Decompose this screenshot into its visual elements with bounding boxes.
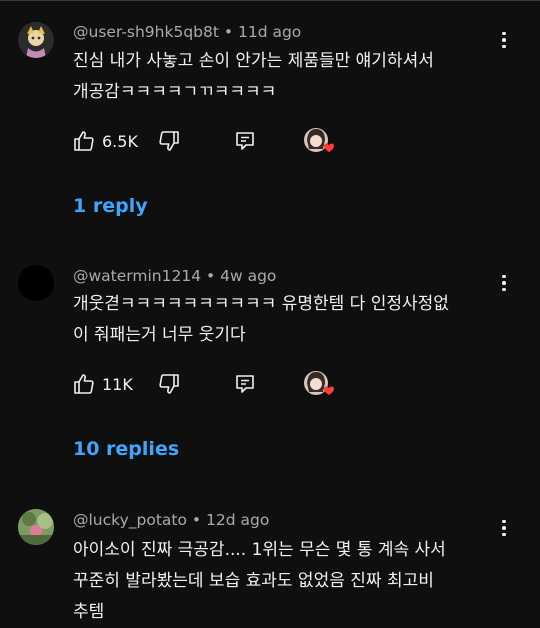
comment-text: 진심 내가 사놓고 손이 안가는 제품들만 얘기하셔서 개공감ㅋㅋㅋㅋㄱㄲㅋㅋㅋ…	[73, 46, 513, 108]
like-count: 11K	[102, 375, 133, 394]
reply-comment-icon	[236, 375, 254, 393]
view-replies-link[interactable]: 10 replies	[73, 438, 179, 460]
like-button[interactable]	[72, 129, 96, 153]
comment-line: 진심 내가 사놓고 손이 안가는 제품들만 얘기하셔서	[73, 51, 434, 71]
creator-heart-icon	[304, 371, 334, 395]
avatar[interactable]	[18, 22, 54, 58]
black-circle-avatar-icon	[18, 265, 54, 301]
comment-age[interactable]: 12d ago	[206, 511, 269, 529]
creator-heart-icon	[304, 128, 334, 152]
thumbs-up-icon	[74, 131, 94, 151]
creator-heart-badge	[303, 370, 337, 402]
comment-text: 아이소이 진짜 극공감.... 1위는 무슨 몇 통 계속 사서 꾸준히 발라봤…	[73, 535, 513, 628]
comment-actions: 6.5K	[72, 127, 372, 159]
avatar[interactable]	[18, 265, 54, 301]
dislike-button[interactable]	[157, 129, 181, 153]
comment-line: 추템	[73, 602, 105, 622]
like-button[interactable]	[72, 372, 96, 396]
meta-separator: •	[206, 267, 216, 285]
comment-line: 개공감ㅋㅋㅋㅋㄱㄲㅋㅋㅋㅋ	[73, 82, 277, 102]
reply-comment-icon	[236, 132, 254, 150]
comment-age[interactable]: 11d ago	[238, 23, 301, 41]
comment-text: 개웃겯ㅋㅋㅋㅋㅋㅋㅋㅋㅋㅋ 유명한템 다 인정사정없 이 줘패는거 너무 웃기다	[73, 289, 513, 351]
creator-heart-badge	[303, 127, 337, 159]
comment-line: 아이소이 진짜 극공감.... 1위는 무슨 몇 통 계속 사서	[73, 540, 446, 560]
thumbs-down-icon	[159, 131, 179, 151]
like-count: 6.5K	[102, 132, 138, 151]
dislike-button[interactable]	[157, 372, 181, 396]
comment-age[interactable]: 4w ago	[220, 267, 276, 285]
avatar[interactable]	[18, 509, 54, 545]
author-name[interactable]: @lucky_potato	[73, 511, 187, 529]
reply-button[interactable]	[233, 129, 257, 153]
comment-meta: @lucky_potato • 12d ago	[73, 511, 269, 529]
green-photo-avatar-icon	[18, 509, 54, 545]
comment-meta: @user-sh9hk5qb8t • 11d ago	[73, 23, 301, 41]
view-replies-link[interactable]: 1 reply	[73, 195, 148, 217]
top-divider	[0, 0, 540, 1]
meta-separator: •	[223, 23, 234, 41]
comment-meta: @watermin1214 • 4w ago	[73, 267, 276, 285]
comment-actions: 11K	[72, 370, 372, 402]
thumbs-up-icon	[74, 374, 94, 394]
anime-character-avatar-icon	[18, 22, 54, 58]
reply-button[interactable]	[233, 372, 257, 396]
author-name[interactable]: @user-sh9hk5qb8t	[73, 23, 219, 41]
meta-separator: •	[191, 511, 202, 529]
comment-line: 이 줘패는거 너무 웃기다	[73, 325, 246, 345]
author-name[interactable]: @watermin1214	[73, 267, 201, 285]
comment-line: 개웃겯ㅋㅋㅋㅋㅋㅋㅋㅋㅋㅋ 유명한템 다 인정사정없	[73, 294, 449, 314]
thumbs-down-icon	[159, 374, 179, 394]
comment-line: 꾸준히 발라봤는데 보습 효과도 없었음 진짜 최고비	[73, 571, 434, 591]
